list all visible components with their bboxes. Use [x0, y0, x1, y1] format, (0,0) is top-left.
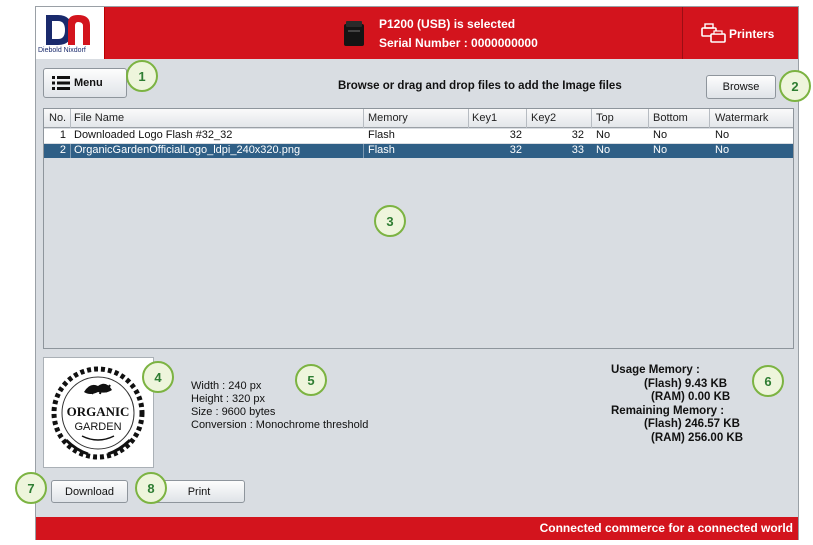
- table-header: No. File Name Memory Key1 Key2 Top Botto…: [44, 109, 793, 128]
- cell-bottom: No: [653, 144, 668, 156]
- remaining-ram: (RAM) 256.00 KB: [651, 431, 744, 444]
- usage-ram: (RAM) 0.00 KB: [651, 391, 731, 403]
- cell-key2: 33: [571, 144, 584, 156]
- cell-file-name: Downloaded Logo Flash #32_32: [74, 129, 233, 141]
- selected-printer-name: P1200 (USB) is selected: [379, 17, 516, 31]
- brand-logo-text: Diebold Nixdorf: [38, 47, 86, 54]
- callout-7: 7: [15, 472, 47, 504]
- info-height: Height : 320 px: [191, 393, 265, 405]
- footer-tagline: Connected commerce for a connected world: [539, 521, 793, 535]
- usage-flash: (Flash) 9.43 KB: [644, 377, 728, 390]
- info-width: Width : 240 px: [191, 380, 262, 392]
- callout-3: 3: [374, 205, 406, 237]
- footer-bar: Connected commerce for a connected world: [36, 517, 798, 540]
- cell-no: 2: [59, 144, 66, 156]
- serial-number: Serial Number : 0000000000: [379, 36, 538, 50]
- cell-watermark: No: [715, 144, 730, 156]
- callout-5: 5: [295, 364, 327, 396]
- info-conversion: Conversion : Monochrome threshold: [191, 419, 369, 431]
- column-header-key1[interactable]: Key1: [472, 112, 497, 124]
- cell-memory: Flash: [368, 144, 395, 156]
- callout-1: 1: [126, 60, 158, 92]
- menu-label: Menu: [74, 77, 103, 89]
- remaining-flash: (Flash) 246.57 KB: [644, 418, 740, 430]
- brand-logo: Diebold Nixdorf: [36, 7, 105, 59]
- column-header-watermark[interactable]: Watermark: [715, 112, 768, 124]
- organic-garden-logo-image: ORGANIC GARDEN: [51, 366, 145, 460]
- cell-key1: 32: [509, 144, 522, 156]
- column-header-bottom[interactable]: Bottom: [653, 112, 688, 124]
- browse-hint: Browse or drag and drop files to add the…: [338, 80, 622, 92]
- usage-memory-title: Usage Memory :: [611, 364, 700, 376]
- menu-button[interactable]: Menu: [43, 68, 127, 98]
- cell-memory: Flash: [368, 129, 395, 141]
- cell-key2: 32: [571, 129, 584, 141]
- column-header-top[interactable]: Top: [596, 112, 614, 124]
- dn-logo-icon: [46, 15, 90, 45]
- callout-6: 6: [752, 365, 784, 397]
- download-button[interactable]: Download: [51, 480, 128, 503]
- printers-label: Printers: [729, 27, 775, 41]
- cell-file-name: OrganicGardenOfficialLogo_ldpi_240x320.p…: [74, 144, 301, 156]
- table-row[interactable]: 1 Downloaded Logo Flash #32_32 Flash 32 …: [44, 129, 793, 143]
- image-info: Width : 240 px Height : 320 px Size : 96…: [191, 380, 368, 432]
- column-header-memory[interactable]: Memory: [368, 112, 408, 124]
- cell-watermark: No: [715, 129, 730, 141]
- preview-logo-word-1: ORGANIC: [67, 404, 130, 419]
- printers-button[interactable]: Printers: [682, 7, 798, 59]
- image-files-table[interactable]: No. File Name Memory Key1 Key2 Top Botto…: [43, 108, 794, 349]
- hamburger-menu-icon: [52, 76, 70, 90]
- printer-device-icon: [344, 21, 364, 46]
- browse-button[interactable]: Browse: [706, 75, 776, 99]
- print-button[interactable]: Print: [153, 480, 245, 503]
- callout-4: 4: [142, 361, 174, 393]
- cell-bottom: No: [653, 129, 668, 141]
- remaining-memory-title: Remaining Memory :: [611, 404, 725, 417]
- callout-2: 2: [779, 70, 811, 102]
- column-header-key2[interactable]: Key2: [531, 112, 556, 124]
- info-size: Size : 9600 bytes: [191, 406, 276, 418]
- column-header-file-name[interactable]: File Name: [74, 112, 124, 124]
- cell-top: No: [596, 129, 611, 141]
- column-header-no[interactable]: No.: [49, 112, 66, 124]
- cell-no: 1: [59, 129, 66, 141]
- header-bar: Diebold Nixdorf P1200 (USB) is selected …: [36, 7, 798, 59]
- preview-logo-word-2: GARDEN: [74, 421, 121, 433]
- cell-top: No: [596, 144, 611, 156]
- memory-summary: Usage Memory : (Flash) 9.43 KB (RAM) 0.0…: [611, 364, 743, 445]
- callout-8: 8: [135, 472, 167, 504]
- table-row-selected[interactable]: 2 OrganicGardenOfficialLogo_ldpi_240x320…: [44, 144, 793, 158]
- printers-icon: [701, 23, 726, 43]
- cell-key1: 32: [509, 129, 522, 141]
- selected-printer-info: P1200 (USB) is selected Serial Number : …: [379, 15, 538, 53]
- image-preview: ORGANIC GARDEN: [43, 357, 154, 468]
